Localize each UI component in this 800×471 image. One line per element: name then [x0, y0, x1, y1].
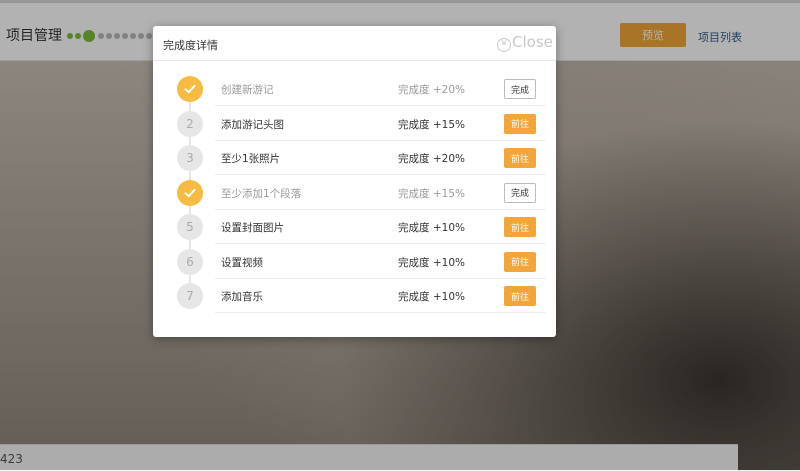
close-icon: ✕	[497, 38, 511, 52]
task-name: 设置视频	[221, 256, 263, 269]
task-percent: 完成度 +10%	[398, 222, 465, 234]
task-name: 设置封面图片	[221, 222, 284, 234]
step-number: 5	[177, 214, 203, 240]
task-name: 至少1张照片	[221, 153, 281, 165]
task-row: 3 至少1张照片 完成度 +20% 前往	[153, 140, 556, 175]
step-number: 6	[177, 248, 203, 275]
dialog-header: 完成度详情 ✕ Close	[153, 26, 556, 61]
task-row: 创建新游记 完成度 +20% 完成	[153, 71, 556, 106]
go-button[interactable]: 前往	[504, 217, 536, 237]
completion-details-dialog: 完成度详情 ✕ Close 创建新游记 完成度 +20% 完成 2 添加游记头图 完成度 +…	[153, 26, 556, 337]
task-name: 添加音乐	[221, 291, 263, 303]
task-percent: 完成度 +15%	[398, 187, 465, 200]
task-row: 至少添加1个段落 完成度 +15% 完成	[153, 175, 556, 210]
step-number: 2	[177, 110, 203, 137]
dialog-title: 完成度详情	[163, 39, 218, 52]
task-row: 2 添加游记头图 完成度 +15% 前往	[153, 106, 556, 141]
step-number: 7	[177, 283, 203, 309]
task-row: 6 设置视频 完成度 +10% 前往	[153, 244, 556, 279]
task-name: 创建新游记	[221, 84, 274, 96]
close-button[interactable]: ✕ Close	[497, 33, 553, 52]
task-row: 7 添加音乐 完成度 +10% 前往	[153, 278, 556, 313]
go-button[interactable]: 前往	[504, 113, 536, 134]
task-row: 5 设置封面图片 完成度 +10% 前往	[153, 209, 556, 244]
step-number: 3	[177, 145, 203, 171]
task-name: 至少添加1个段落	[221, 187, 302, 200]
row-divider	[215, 312, 546, 313]
go-button[interactable]: 前往	[504, 148, 536, 168]
done-button[interactable]: 完成	[504, 182, 536, 203]
task-percent: 完成度 +15%	[398, 118, 465, 131]
check-icon	[177, 76, 203, 102]
done-button[interactable]: 完成	[504, 79, 536, 99]
task-name: 添加游记头图	[221, 118, 284, 131]
go-button[interactable]: 前往	[504, 251, 536, 272]
task-percent: 完成度 +20%	[398, 153, 465, 165]
task-percent: 完成度 +10%	[398, 291, 465, 303]
close-label: Close	[512, 33, 553, 51]
go-button[interactable]: 前往	[504, 286, 536, 306]
task-percent: 完成度 +10%	[398, 256, 465, 269]
check-icon	[177, 179, 203, 206]
task-percent: 完成度 +20%	[398, 84, 465, 96]
